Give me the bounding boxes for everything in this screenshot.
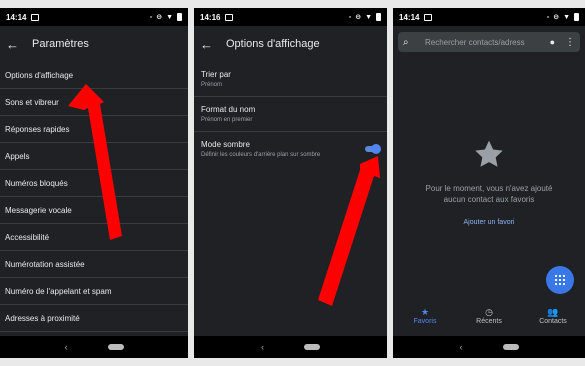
red-arrow-shape-2	[318, 156, 380, 306]
red-arrow-shape-1	[68, 84, 122, 240]
annotation-arrow-settings	[68, 84, 380, 306]
